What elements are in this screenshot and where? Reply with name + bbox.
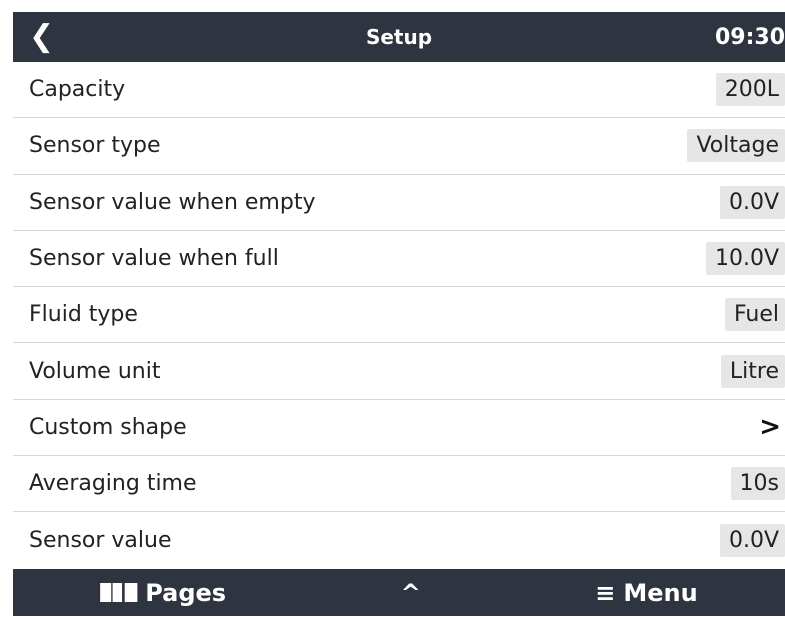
setup-screen: ❮ Setup 09:30 Capacity 200L Sensor type … — [13, 12, 785, 616]
page-title: Setup — [365, 25, 433, 49]
row-label: Custom shape — [29, 414, 187, 440]
row-label: Fluid type — [29, 302, 138, 328]
row-label: Sensor type — [29, 133, 161, 159]
row-label: Sensor value — [29, 528, 172, 554]
chevron-right-icon[interactable]: > — [759, 412, 785, 442]
menu-button[interactable]: ≡ Menu — [595, 579, 697, 607]
chevron-up-icon[interactable]: ^ — [401, 579, 421, 607]
row-capacity[interactable]: Capacity 200L — [13, 62, 785, 119]
bar-chart-icon: ▉▊█ — [100, 583, 138, 602]
hamburger-menu-icon: ≡ — [595, 578, 616, 607]
row-sensor-value[interactable]: Sensor value 0.0V — [13, 512, 785, 569]
row-value[interactable]: 0.0V — [719, 185, 785, 219]
row-volume-unit[interactable]: Volume unit Litre — [13, 343, 785, 400]
menu-label: Menu — [623, 578, 698, 607]
row-value[interactable]: Fuel — [724, 298, 785, 332]
row-sensor-type[interactable]: Sensor type Voltage — [13, 118, 785, 175]
row-label: Volume unit — [29, 358, 161, 384]
pages-button[interactable]: ▉▊█ Pages — [100, 579, 226, 607]
row-value[interactable]: 10s — [730, 467, 785, 501]
row-value: 0.0V — [719, 524, 785, 558]
settings-list: Capacity 200L Sensor type Voltage Sensor… — [13, 62, 785, 569]
row-label: Sensor value when empty — [29, 189, 316, 215]
row-label: Sensor value when full — [29, 246, 279, 272]
clock: 09:30 — [714, 24, 785, 50]
row-value[interactable]: Voltage — [687, 129, 785, 166]
row-value[interactable]: 200L — [715, 73, 785, 107]
row-label: Averaging time — [29, 471, 197, 497]
row-fluid-type[interactable]: Fluid type Fuel — [13, 287, 785, 344]
row-label: Capacity — [29, 77, 126, 103]
bottom-bar: ▉▊█ Pages ^ ≡ Menu — [13, 569, 785, 616]
row-averaging-time[interactable]: Averaging time 10s — [13, 456, 785, 513]
row-custom-shape[interactable]: Custom shape > — [13, 399, 785, 457]
row-value[interactable]: 10.0V — [705, 242, 785, 276]
top-bar: ❮ Setup 09:30 — [13, 12, 785, 62]
row-value[interactable]: Litre — [720, 354, 785, 388]
back-chevron-icon[interactable]: ❮ — [29, 22, 69, 52]
pages-label: Pages — [145, 578, 227, 607]
row-sensor-value-full[interactable]: Sensor value when full 10.0V — [13, 230, 785, 288]
row-sensor-value-empty[interactable]: Sensor value when empty 0.0V — [13, 174, 785, 231]
